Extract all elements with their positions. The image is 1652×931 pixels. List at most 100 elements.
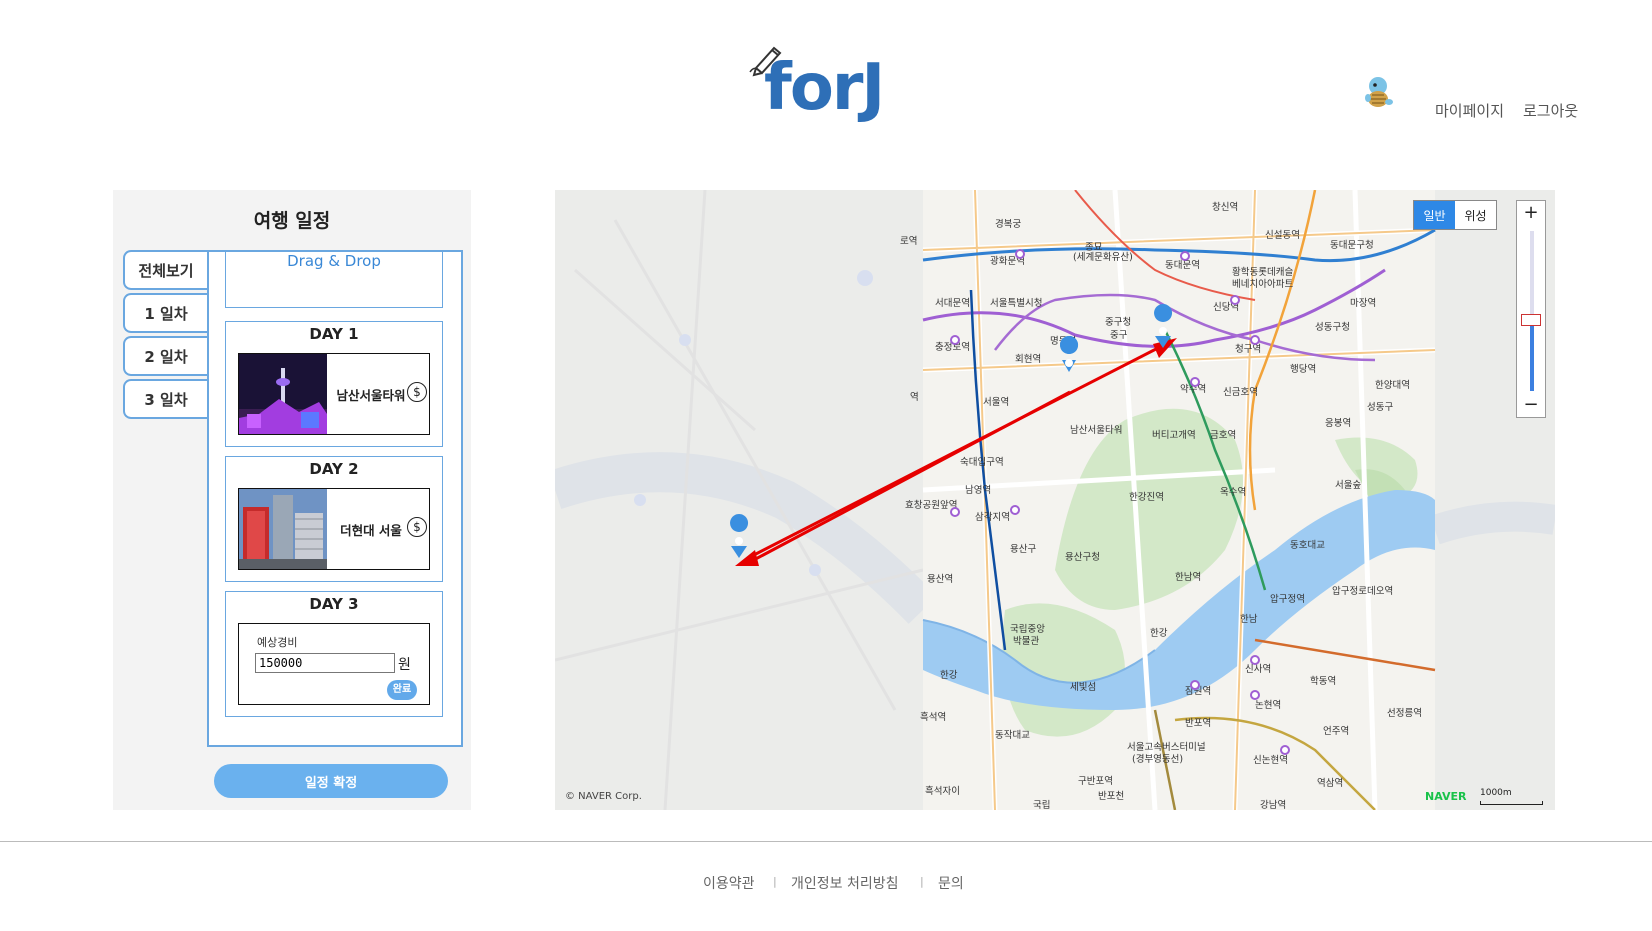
map-label: 중구: [1110, 330, 1128, 341]
map-label: 옥수역: [1220, 487, 1246, 498]
map-label: 버티고개역: [1152, 430, 1196, 441]
terms-link[interactable]: 이용약관: [703, 873, 755, 893]
map-label: 동호대교: [1290, 540, 1325, 551]
map-label: 역: [910, 392, 919, 403]
map-label: 동대문역: [1165, 260, 1200, 271]
map-label: 창신역: [1212, 202, 1238, 213]
map-type-normal[interactable]: 일반: [1414, 201, 1455, 229]
dollar-coin-icon[interactable]: $: [407, 382, 427, 402]
dollar-coin-icon[interactable]: $: [407, 517, 427, 537]
map-label: 압구정로데오역: [1332, 585, 1393, 597]
zoom-out-button[interactable]: −: [1517, 393, 1545, 417]
map-label: 응봉역: [1325, 418, 1351, 429]
map-label: 신금호역: [1223, 387, 1258, 398]
privacy-link[interactable]: 개인정보 처리방침: [791, 873, 899, 893]
place-card[interactable]: 더현대 서울 $: [238, 488, 430, 570]
day-1-section: DAY 1 남산서울타워 $: [225, 321, 443, 447]
map-label: 성동구청: [1315, 322, 1350, 333]
naver-logo: NAVER: [1425, 790, 1467, 803]
map-scale-label: 1000m: [1480, 788, 1512, 798]
itinerary-title: 여행 일정: [253, 210, 331, 232]
map-label: 금호역: [1210, 430, 1236, 441]
map-label: 학동역: [1310, 676, 1336, 687]
map-label: 압구정역: [1270, 593, 1305, 605]
map-label: 강남역: [1260, 800, 1286, 810]
map-label: 마장역: [1350, 298, 1376, 309]
zoom-level-fill: [1530, 321, 1534, 391]
budget-done-button[interactable]: 완료: [387, 680, 417, 700]
map-label: 로역: [900, 236, 917, 247]
confirm-schedule-button[interactable]: 일정 확정: [214, 764, 448, 798]
map-label: 효창공원앞역: [905, 499, 957, 511]
place-name: 더현대 서울: [340, 522, 402, 538]
map-label: (경부영동선): [1132, 753, 1183, 765]
map-label: 행당역: [1290, 363, 1316, 375]
drag-drop-zone[interactable]: Drag & Drop: [225, 252, 443, 308]
budget-input[interactable]: [255, 653, 395, 673]
naver-map[interactable]: 경복궁 종묘 (세계문화유산) 광화문역 동대문역 신설동역 창신역 동대문구청…: [555, 190, 1555, 810]
map-label: 서울숲: [1335, 480, 1361, 491]
map-label: 세빛섬: [1070, 682, 1096, 693]
budget-unit: 원: [398, 657, 411, 673]
footer-divider: [0, 841, 1652, 842]
map-label: 성동구: [1367, 402, 1393, 413]
tab-overview[interactable]: 전체보기: [123, 250, 207, 290]
tab-day-1[interactable]: 1 일차: [123, 293, 207, 333]
map-scale-bar: [1480, 801, 1543, 805]
place-card[interactable]: 남산서울타워 $: [238, 353, 430, 435]
day-3-title: DAY 3: [309, 595, 359, 613]
map-label: 서대문역: [935, 298, 970, 309]
day-2-section: DAY 2 더현대 서울 $: [225, 456, 443, 582]
map-label: 한강진역: [1129, 492, 1164, 503]
map-label: 한남: [1240, 614, 1258, 625]
brand-wordmark: forJ: [764, 51, 885, 125]
map-label: 신설동역: [1265, 230, 1300, 241]
zoom-control: + −: [1516, 200, 1546, 418]
map-label: 용산역: [927, 574, 953, 585]
drag-drop-label: Drag & Drop: [287, 252, 381, 270]
avatar[interactable]: [1360, 74, 1396, 110]
map-label: 흑석자이: [925, 785, 960, 797]
map-label: 언주역: [1323, 725, 1349, 737]
map-label: 서울역: [983, 397, 1009, 408]
map-label: 동대문구청: [1330, 240, 1374, 251]
zoom-handle[interactable]: [1521, 314, 1541, 326]
map-label: 용산구청: [1065, 552, 1100, 563]
namsan-tower-photo: [239, 354, 327, 434]
footer-separator: |: [773, 875, 777, 888]
map-label: 국립중앙: [1010, 623, 1045, 635]
map-label: 회현역: [1015, 354, 1041, 365]
map-canvas[interactable]: 경복궁 종묘 (세계문화유산) 광화문역 동대문역 신설동역 창신역 동대문구청…: [555, 190, 1555, 810]
tab-day-2[interactable]: 2 일차: [123, 336, 207, 376]
brand-logo[interactable]: forJ: [748, 42, 908, 125]
map-label: 논현역: [1255, 700, 1281, 711]
logout-link[interactable]: 로그아웃: [1523, 100, 1578, 121]
map-label: 황학동롯데캐슬: [1232, 267, 1293, 278]
mypage-link[interactable]: 마이페이지: [1435, 100, 1504, 121]
map-label: 경복궁: [995, 218, 1021, 230]
zoom-in-button[interactable]: +: [1517, 201, 1545, 225]
the-hyundai-seoul-photo: [239, 489, 327, 569]
day-3-section: DAY 3 예상경비 원 완료: [225, 591, 443, 717]
footer-separator: |: [920, 875, 924, 888]
contact-link[interactable]: 문의: [938, 873, 964, 893]
tab-day-3[interactable]: 3 일차: [123, 379, 207, 419]
map-type-satellite[interactable]: 위성: [1455, 201, 1496, 229]
map-label: 서울특별시청: [990, 298, 1042, 309]
map-label: 한강: [940, 670, 958, 681]
map-label: 서울고속버스터미널: [1127, 742, 1206, 753]
budget-form: 예상경비 원 완료: [238, 623, 430, 705]
map-label: 중구청: [1105, 317, 1131, 328]
map-label: 베네치아아파트: [1232, 278, 1293, 290]
map-label: 한강: [1150, 628, 1168, 639]
map-label: 국립: [1033, 799, 1050, 810]
map-label: 청구역: [1235, 344, 1261, 355]
map-label: 역삼역: [1317, 778, 1343, 789]
place-name: 남산서울타워: [336, 387, 406, 403]
map-label: 신논현역: [1253, 755, 1288, 766]
map-label: 박물관: [1013, 636, 1039, 647]
day-2-title: DAY 2: [309, 460, 359, 478]
map-label: 숙대입구역: [960, 456, 1004, 468]
map-label: 흑석역: [920, 711, 946, 723]
map-label: 남산서울타워: [1070, 425, 1122, 436]
